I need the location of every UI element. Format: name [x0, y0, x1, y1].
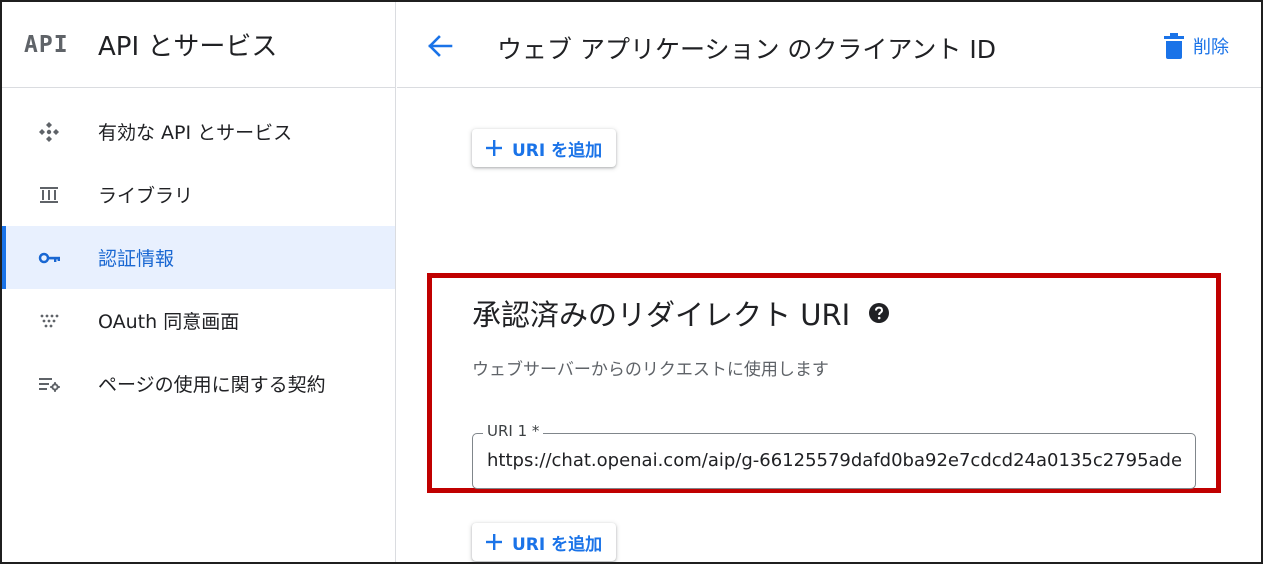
arrow-back-icon	[428, 35, 453, 57]
page-header: ウェブ アプリケーション のクライアント ID 削除	[397, 2, 1261, 88]
delete-button[interactable]: 削除	[1163, 32, 1229, 60]
sidebar-header: API API とサービス	[2, 2, 395, 88]
uri-1-label: URI 1 *	[483, 422, 544, 440]
settings-list-icon	[36, 371, 62, 397]
add-uri-button-bottom[interactable]: URI を追加	[472, 523, 617, 561]
redirect-uri-section-title: 承認済みのリダイレクト URI	[472, 292, 890, 334]
sidebar-item-label: OAuth 同意画面	[98, 311, 240, 333]
page-title: ウェブ アプリケーション のクライアント ID	[497, 35, 996, 64]
delete-label: 削除	[1193, 37, 1229, 58]
sidebar-nav: 有効な API とサービス ライブラリ 認証情報 OAuth 同意画面 ページの…	[2, 88, 395, 415]
plus-icon	[486, 534, 502, 550]
add-uri-label: URI を追加	[512, 140, 603, 161]
sidebar-item-enabled-apis[interactable]: 有効な API とサービス	[2, 100, 395, 163]
uri-1-input[interactable]	[487, 450, 1191, 471]
sidebar-item-credentials[interactable]: 認証情報	[2, 226, 395, 289]
api-logo: API	[24, 31, 69, 58]
add-uri-button-top[interactable]: URI を追加	[472, 129, 617, 167]
redirect-uri-section-subtitle: ウェブサーバーからのリクエストに使用します	[472, 360, 829, 380]
key-icon	[36, 245, 62, 271]
sidebar-item-label: 有効な API とサービス	[98, 122, 293, 144]
sidebar-item-page-usage-agreements[interactable]: ページの使用に関する契約	[2, 352, 395, 415]
main-content: ウェブ アプリケーション のクライアント ID 削除 URI を追加 承認済みの…	[397, 2, 1261, 562]
api-hub-icon	[36, 119, 62, 145]
consent-dots-icon	[36, 308, 62, 334]
sidebar-item-label: ページの使用に関する契約	[98, 374, 326, 396]
plus-icon	[486, 140, 502, 156]
sidebar-item-oauth-consent[interactable]: OAuth 同意画面	[2, 289, 395, 352]
library-icon	[36, 182, 62, 208]
sidebar-item-label: ライブラリ	[98, 185, 194, 207]
back-button[interactable]	[425, 31, 455, 61]
sidebar-item-label: 認証情報	[98, 248, 175, 270]
section-title-text: 承認済みのリダイレクト URI	[472, 298, 851, 332]
add-uri-label: URI を追加	[512, 534, 603, 555]
sidebar-item-library[interactable]: ライブラリ	[2, 163, 395, 226]
uri-1-field[interactable]: URI 1 *	[472, 422, 1196, 489]
sidebar-title: API とサービス	[98, 32, 278, 62]
trash-icon	[1164, 33, 1184, 59]
sidebar: API API とサービス 有効な API とサービス ライブラリ 認証情報 O…	[2, 2, 396, 562]
help-icon[interactable]	[868, 302, 890, 324]
